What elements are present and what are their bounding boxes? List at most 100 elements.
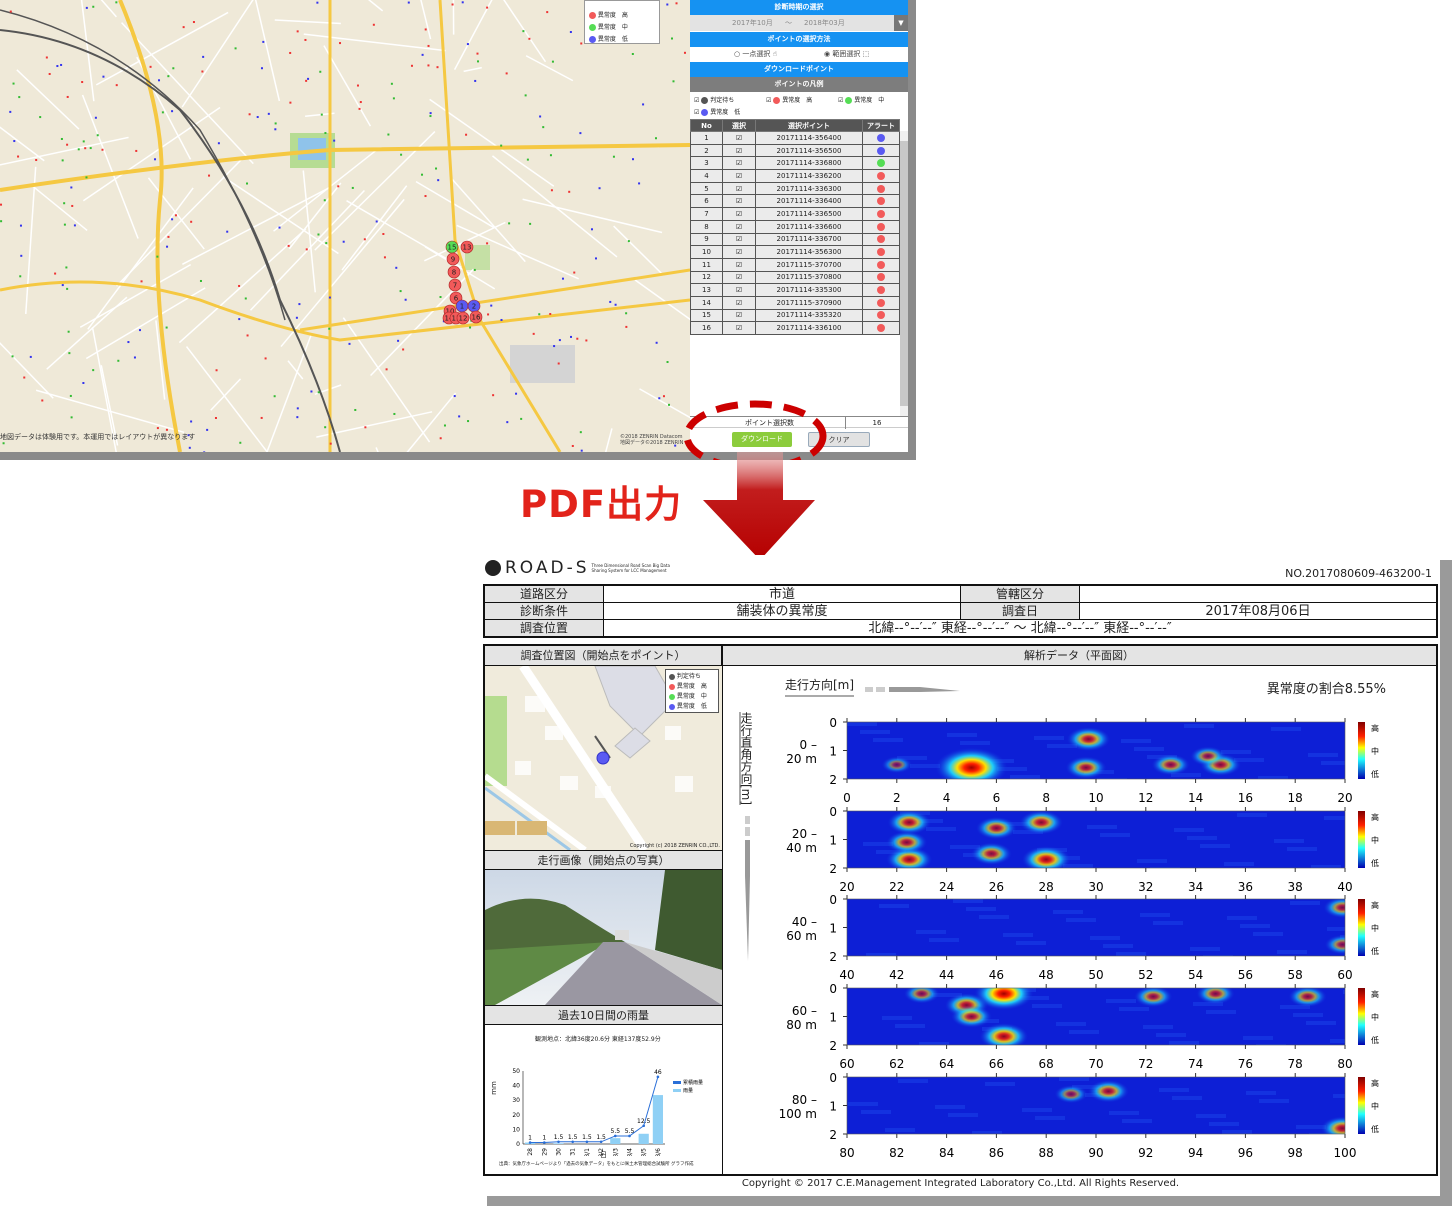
map-marker[interactable]: 8: [447, 265, 461, 279]
heatmap-xtick: 22: [889, 880, 904, 894]
table-row[interactable]: 16 ☑ 20171114-336100: [690, 321, 900, 335]
map-notice: 地図データは体験用です。本運用ではレイアウトが異なります: [0, 433, 196, 441]
checkbox[interactable]: ☑: [694, 109, 699, 116]
table-row[interactable]: 13 ☑ 20171114-335300: [690, 283, 900, 297]
row-point: 20171114-356300: [755, 245, 863, 259]
row-checkbox[interactable]: ☑: [722, 257, 756, 272]
heatmap-xtick: 24: [939, 880, 954, 894]
table-row[interactable]: 5 ☑ 20171114-336300: [690, 181, 900, 196]
heatmap-xtick: 8: [1042, 791, 1050, 805]
checkbox[interactable]: ☑: [694, 97, 699, 104]
heatmap-ytick: 1: [829, 834, 837, 848]
row-point: 20171115-370800: [755, 270, 863, 285]
map-marker[interactable]: 12: [456, 311, 470, 325]
row-checkbox[interactable]: ☑: [722, 245, 756, 259]
row-checkbox[interactable]: ☑: [722, 308, 756, 323]
radio-range[interactable]: ◉ 範囲選択 ⬚: [824, 47, 869, 62]
legend-header: ポイントの凡例: [690, 77, 908, 92]
table-row[interactable]: 10 ☑ 20171114-356300: [690, 245, 900, 259]
colorbar-label: 高: [1371, 723, 1379, 733]
road-type-label: 道路区分: [485, 586, 604, 603]
radio-single[interactable]: ○ 一点選択 ☝: [734, 47, 777, 62]
map-marker[interactable]: 2: [467, 299, 481, 313]
heatmap-panel: 40 42 44 46 48 50 52 54 56 58 60 0 1 2 40 –60 m 高中低: [786, 893, 1379, 982]
row-checkbox[interactable]: ☑: [722, 181, 756, 196]
heatmap-xtick: 94: [1188, 1146, 1203, 1160]
heatmap-xtick: 78: [1288, 1057, 1303, 1071]
row-checkbox[interactable]: ☑: [722, 194, 756, 209]
marker-label: 12: [459, 315, 468, 323]
legend-item[interactable]: ☑ 異常度 高: [766, 95, 812, 104]
table-row[interactable]: 4 ☑ 20171114-336200: [690, 169, 900, 183]
row-no: 16: [690, 321, 723, 335]
row-checkbox[interactable]: ☑: [722, 321, 756, 335]
row-checkbox[interactable]: ☑: [722, 283, 756, 297]
row-alert: [862, 207, 900, 221]
marker-label: 1: [460, 303, 464, 311]
table-row[interactable]: 2 ☑ 20171114-356500: [690, 143, 900, 158]
row-checkbox[interactable]: ☑: [722, 219, 756, 234]
table-row[interactable]: 12 ☑ 20171115-370800: [690, 270, 900, 285]
row-no: 11: [690, 257, 723, 272]
table-row[interactable]: 7 ☑ 20171114-336500: [690, 207, 900, 221]
scrollbar[interactable]: [900, 131, 908, 416]
map-marker[interactable]: 9: [446, 252, 460, 266]
heatmap-xtick: 44: [939, 968, 954, 982]
copyright: Copyright © 2017 C.E.Management Integrat…: [741, 1178, 1180, 1189]
map-legend: 異常度 高 異常度 中 異常度 低: [584, 0, 660, 44]
table-row[interactable]: 9 ☑ 20171114-336700: [690, 232, 900, 247]
legend-item[interactable]: ☑ 異常度 低: [694, 107, 740, 116]
map-marker[interactable]: 1: [455, 299, 469, 313]
row-alert: [862, 131, 900, 145]
alert-dot-icon: [877, 260, 885, 269]
legend-item[interactable]: ☑ 異常度 中: [838, 95, 884, 104]
table-row[interactable]: 14 ☑ 20171115-370900: [690, 295, 900, 310]
table-row[interactable]: 1 ☑ 20171114-356400: [690, 131, 900, 145]
row-checkbox[interactable]: ☑: [722, 131, 756, 145]
heatmap-xtick: 92: [1138, 1146, 1153, 1160]
period-select[interactable]: 2017年10月 ～ 2018年03月 ▼: [690, 15, 908, 31]
heatmap-ytick: 2: [829, 950, 837, 964]
row-checkbox[interactable]: ☑: [722, 270, 756, 285]
chevron-down-icon[interactable]: ▼: [894, 15, 908, 31]
heatmap-xtick: 42: [889, 968, 904, 982]
map-marker[interactable]: 13: [460, 240, 474, 254]
map-view[interactable]: 15 13 9 8 7 6 1 2 10 14 11 12 16 異常度 高 異常度 中 異常度 低 地…: [0, 0, 690, 452]
alert-dot-icon: [877, 286, 885, 295]
table-row[interactable]: 8 ☑ 20171114-336600: [690, 219, 900, 234]
heatmap-xtick: 86: [989, 1146, 1004, 1160]
table-row[interactable]: 11 ☑ 20171115-370700: [690, 257, 900, 272]
colorbar-label: 中: [1371, 1012, 1379, 1022]
checkbox[interactable]: ☑: [838, 97, 843, 104]
scrollbar-thumb[interactable]: [900, 141, 908, 406]
road-type-value: 市道: [604, 586, 961, 603]
row-checkbox[interactable]: ☑: [722, 169, 756, 183]
row-checkbox[interactable]: ☑: [722, 295, 756, 310]
map-canvas[interactable]: 15 1398761 210141112 16: [0, 0, 690, 452]
row-point: 20171114-335300: [755, 283, 863, 297]
row-checkbox[interactable]: ☑: [722, 207, 756, 221]
map-marker[interactable]: 16: [469, 310, 483, 324]
map-marker[interactable]: 15: [445, 240, 459, 254]
row-alert: [862, 219, 900, 234]
table-row[interactable]: 3 ☑ 20171114-336800: [690, 156, 900, 171]
table-row[interactable]: 6 ☑ 20171114-336400: [690, 194, 900, 209]
heatmap-range-label: 80 m: [786, 1018, 817, 1032]
heatmap-xtick: 0: [843, 791, 851, 805]
heatmap-xtick: 66: [989, 1057, 1004, 1071]
period-sep: ～: [785, 19, 792, 27]
row-point: 20171114-356400: [755, 131, 863, 145]
colorbar: [1358, 722, 1365, 779]
heatmap-xtick: 30: [1088, 880, 1103, 894]
map-marker[interactable]: 7: [448, 278, 462, 292]
row-checkbox[interactable]: ☑: [722, 232, 756, 247]
heatmap-panel: 20 22 24 26 28 30 32 34 36 38 40 0 1 2 20 –40 m 高中低: [786, 805, 1379, 894]
row-checkbox[interactable]: ☑: [722, 143, 756, 158]
table-row[interactable]: 15 ☑ 20171114-335320: [690, 308, 900, 323]
checkbox[interactable]: ☑: [766, 97, 771, 104]
legend-item[interactable]: ☑ 判定待ち: [694, 95, 734, 104]
rect-select-icon: ⬚: [862, 50, 870, 58]
location-label: 調査位置: [485, 620, 604, 636]
row-checkbox[interactable]: ☑: [722, 156, 756, 171]
heatmap-ytick: 0: [829, 893, 837, 907]
